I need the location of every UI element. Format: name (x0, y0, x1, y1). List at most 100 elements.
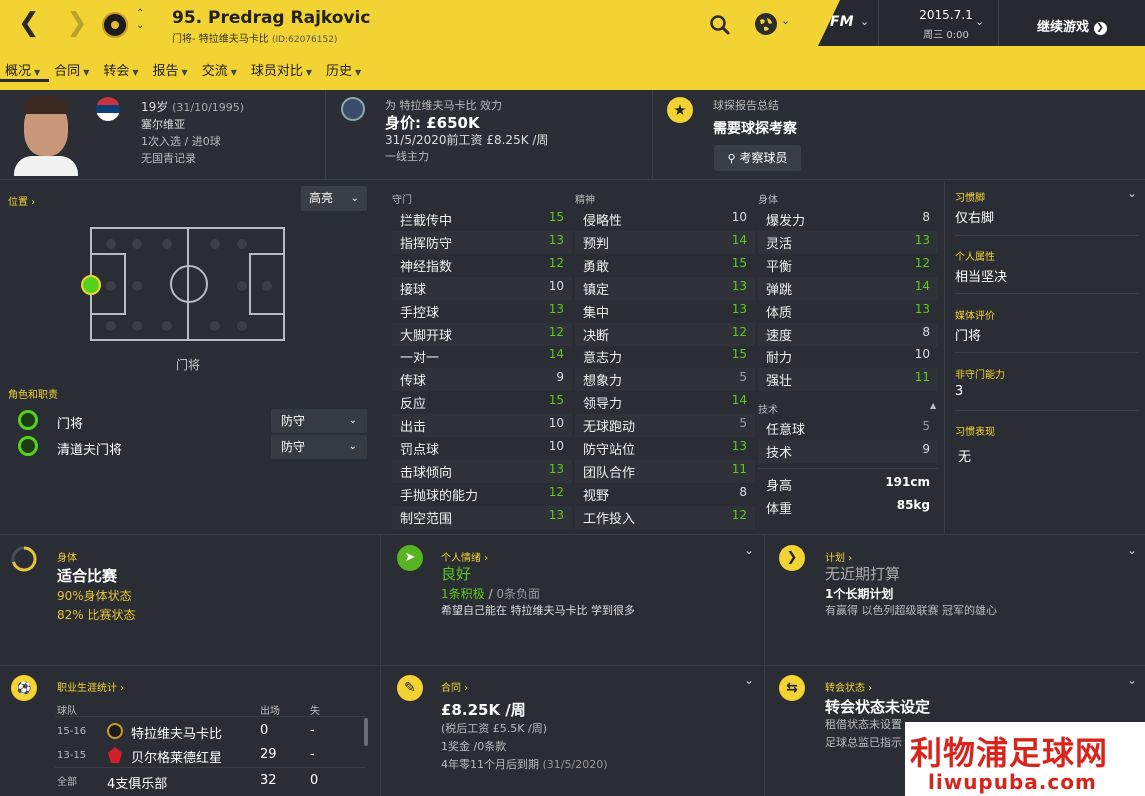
attribute-row[interactable]: 拦截传中 15 (392, 208, 572, 231)
duty-dropdown[interactable]: 防守 ⌄ (271, 409, 367, 433)
attribute-row[interactable]: 反应 15 (392, 391, 572, 414)
attribute-row[interactable]: 传球 9 (392, 368, 572, 392)
continue-button[interactable]: 继续游戏 ❯ (1010, 16, 1145, 35)
mood-card-title[interactable]: 个人情绪 › (441, 549, 488, 564)
player-name-title: 95. Predrag Rajkovic (172, 8, 371, 28)
back-arrow-icon[interactable]: ❮ (18, 8, 40, 38)
highlight-label: 高亮 (309, 191, 334, 205)
menu-label: 合同 (54, 64, 81, 79)
attribute-row[interactable]: 无球跑动 5 (575, 414, 755, 438)
attribute-name: 防守站位 (583, 443, 636, 458)
pen-icon: ✎ (397, 675, 423, 701)
globe-icon[interactable] (755, 13, 777, 35)
attribute-row[interactable]: 预判 14 (575, 230, 755, 254)
attribute-row[interactable]: 击球倾向 13 (392, 459, 572, 483)
attribute-row[interactable]: 速度 8 (758, 322, 938, 346)
attribute-row[interactable]: 体质 13 (758, 300, 938, 323)
menu-compare[interactable]: 球员对比 ▼ (246, 56, 321, 82)
menu-reports[interactable]: 报告 ▼ (148, 56, 197, 82)
attribute-row[interactable]: 制空范围 13 (392, 505, 572, 529)
forward-arrow-icon[interactable]: ❯ (66, 8, 88, 38)
attribute-name: 集中 (583, 305, 610, 321)
attribute-row[interactable]: 集中 13 (575, 300, 755, 323)
attribute-row[interactable]: 平衡 12 (758, 254, 938, 277)
chevron-down-icon[interactable]: ⌄ (744, 673, 754, 687)
duty-dropdown[interactable]: 防守 ⌄ (271, 435, 367, 459)
date-dropdown-icon[interactable]: ⌄ (975, 15, 984, 28)
attribute-row[interactable]: 手抛球的能力 12 (392, 483, 572, 506)
chevron-down-icon: ⌄ (350, 193, 359, 204)
attribute-row[interactable]: 强壮 11 (758, 368, 938, 392)
attribute-row[interactable]: 想象力 5 (575, 368, 755, 392)
attribute-row[interactable]: 技术 9 (758, 440, 938, 463)
attribute-row[interactable]: 任意球 5 (758, 417, 938, 440)
career-card-title[interactable]: 职业生涯统计 › (57, 679, 124, 694)
attribute-row[interactable]: 耐力 10 (758, 345, 938, 368)
attribute-name: 拦截传中 (400, 214, 453, 229)
attribute-value: 12 (548, 324, 564, 339)
scout-player-button[interactable]: ⚲ 考察球员 (714, 145, 801, 171)
transfer-status: 转会状态未设定 (825, 698, 931, 716)
menu-transfer[interactable]: 转会 ▼ (98, 56, 147, 82)
attribute-row[interactable]: 爆发力 8 (758, 208, 938, 231)
plays-for[interactable]: 为 特拉维夫马卡比 效力 (385, 97, 502, 113)
plans-card-title[interactable]: 计划 › (825, 549, 852, 564)
attribute-row[interactable]: 神经指数 12 (392, 254, 572, 277)
position-label[interactable]: 位置 › (8, 193, 35, 208)
highlight-dropdown[interactable]: 高亮 ⌄ (301, 186, 367, 211)
nationality[interactable]: 塞尔维亚 (141, 116, 185, 132)
attribute-name: 出击 (400, 420, 427, 436)
attribute-value: 5 (739, 370, 747, 385)
contract-card-title[interactable]: 合同 › (441, 679, 468, 694)
attribute-row[interactable]: 决断 12 (575, 322, 755, 346)
attribute-row[interactable]: 接球 10 (392, 276, 572, 300)
chevron-down-icon[interactable]: ⌄ (744, 543, 754, 557)
attribute-row[interactable]: 镇定 13 (575, 276, 755, 300)
chevron-down-icon[interactable]: ⌄ (1127, 673, 1137, 687)
player-switch-chevrons-icon[interactable]: ⌃ ⌄ (136, 8, 144, 32)
menu-history[interactable]: 历史 ▼ (321, 56, 370, 82)
menu-contract[interactable]: 合同 ▼ (49, 56, 98, 82)
menu-overview[interactable]: 概况 ▼ (0, 56, 50, 82)
attribute-row[interactable]: 灵活 13 (758, 230, 938, 254)
attribute-row[interactable]: 手控球 13 (392, 300, 572, 323)
attribute-row[interactable]: 领导力 14 (575, 391, 755, 414)
attribute-name: 领导力 (583, 397, 623, 413)
role-name[interactable]: 门将 (57, 413, 83, 432)
search-icon[interactable] (709, 14, 731, 40)
attribute-row[interactable]: 大脚开球 12 (392, 322, 572, 346)
divider (0, 665, 1145, 666)
globe-dropdown-icon[interactable]: ⌄ (781, 14, 790, 27)
chevron-down-icon[interactable]: ⌄ (1127, 543, 1137, 557)
attribute-row[interactable]: 团队合作 11 (575, 459, 755, 483)
menu-interaction[interactable]: 交流 ▼ (197, 56, 246, 82)
career-conceded: - (310, 723, 315, 738)
attribute-row[interactable]: 罚点球 10 (392, 437, 572, 460)
fm-logo[interactable]: FM (830, 14, 854, 30)
attribute-name: 工作投入 (583, 511, 636, 527)
career-row[interactable]: 13-15 贝尔格莱德红星 29 - (57, 747, 357, 766)
weight-row: 体重 85kg (758, 496, 938, 519)
attribute-row[interactable]: 意志力 15 (575, 345, 755, 368)
attribute-name: 传球 (400, 374, 427, 390)
attribute-row[interactable]: 勇敢 15 (575, 254, 755, 277)
attribute-row[interactable]: 弹跳 14 (758, 276, 938, 300)
fm-dropdown-icon[interactable]: ⌄ (860, 15, 869, 28)
career-scrollbar[interactable] (364, 718, 368, 746)
attribute-row[interactable]: 侵略性 10 (575, 208, 755, 231)
collapse-up-icon[interactable]: ▲ (930, 401, 936, 410)
transfer-card-title[interactable]: 转会状态 › (825, 679, 872, 694)
menu-label: 报告 (152, 64, 179, 79)
attribute-row[interactable]: 出击 10 (392, 414, 572, 438)
attribute-row[interactable]: 指挥防守 13 (392, 230, 572, 254)
club-logo[interactable] (102, 12, 128, 38)
attribute-row[interactable]: 工作投入 12 (575, 505, 755, 529)
chevron-down-icon: ⌄ (348, 441, 357, 452)
attribute-row[interactable]: 视野 8 (575, 483, 755, 506)
attribute-row[interactable]: 防守站位 13 (575, 437, 755, 460)
role-name[interactable]: 清道夫门将 (57, 439, 122, 458)
attribute-row[interactable]: 一对一 14 (392, 345, 572, 368)
attribute-value: 14 (731, 393, 747, 408)
chevron-down-icon[interactable]: ⌄ (1127, 186, 1137, 200)
career-row[interactable]: 15-16 特拉维夫马卡比 0 - (57, 723, 357, 742)
